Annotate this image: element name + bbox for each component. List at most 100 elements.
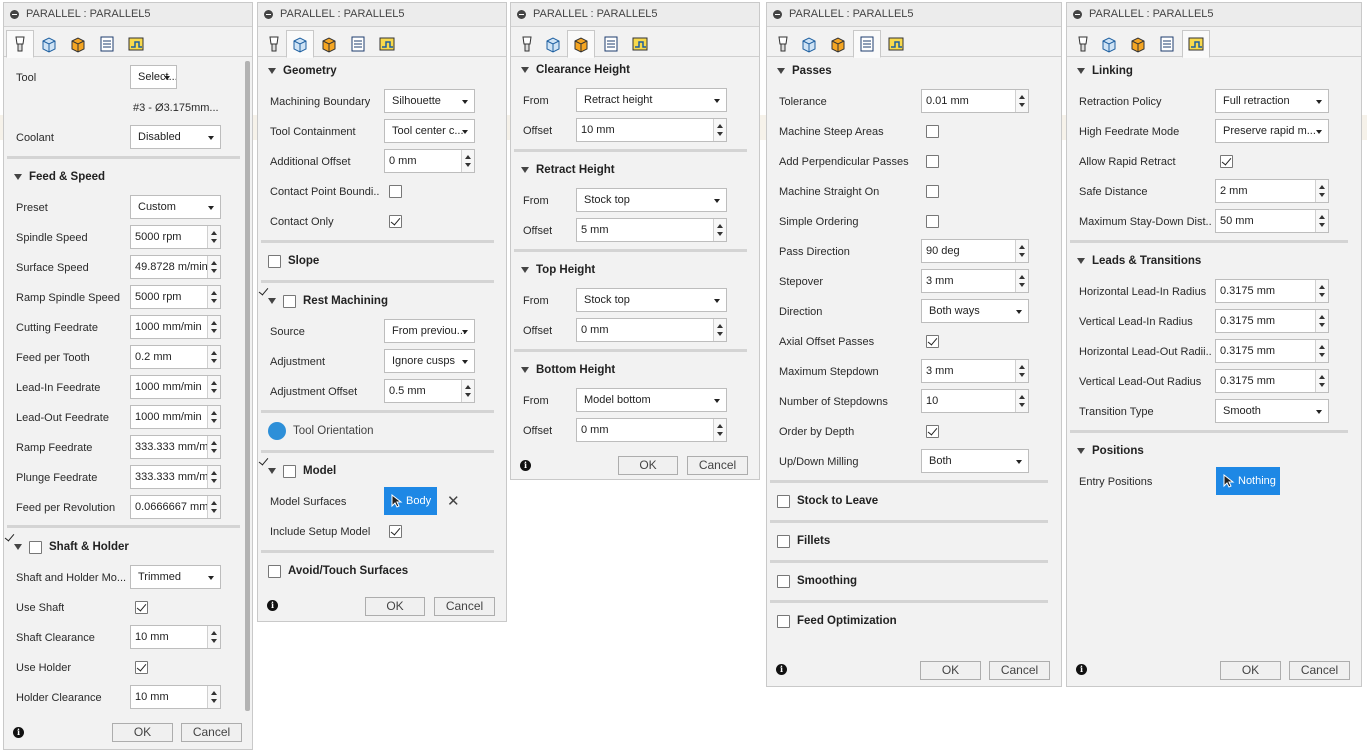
smoothing-checkbox[interactable] bbox=[777, 574, 790, 588]
tab-passes[interactable] bbox=[344, 30, 372, 57]
contact-point-boundary-checkbox[interactable] bbox=[389, 185, 402, 198]
spinner-icon[interactable] bbox=[1315, 310, 1328, 332]
tool-containment-select[interactable]: Tool center c... bbox=[384, 119, 475, 143]
feed-optimization-checkbox[interactable] bbox=[777, 614, 790, 628]
bottom-offset-input[interactable]: 0 mm bbox=[576, 418, 727, 442]
panel-titlebar[interactable]: PARALLEL : PARALLEL5 bbox=[767, 3, 1061, 27]
tab-passes[interactable] bbox=[853, 30, 881, 58]
use-shaft-checkbox[interactable] bbox=[135, 601, 148, 614]
spinner-icon[interactable] bbox=[207, 496, 220, 518]
rest-machining-section[interactable]: Rest Machining bbox=[258, 286, 506, 316]
spinner-icon[interactable] bbox=[207, 346, 220, 368]
ok-button[interactable]: OK bbox=[920, 661, 981, 680]
spinner-icon[interactable] bbox=[1315, 280, 1328, 302]
spinner-icon[interactable] bbox=[1015, 360, 1028, 382]
feed-per-revolution-input[interactable]: 0.0666667 mm bbox=[130, 495, 221, 519]
collapse-icon[interactable] bbox=[517, 10, 526, 19]
tab-heights[interactable] bbox=[64, 30, 92, 57]
stock-to-leave-checkbox[interactable] bbox=[777, 494, 790, 508]
lead-in-feedrate-input[interactable]: 1000 mm/min bbox=[130, 375, 221, 399]
info-icon[interactable]: i bbox=[267, 600, 278, 611]
spinner-icon[interactable] bbox=[461, 150, 474, 172]
cancel-button[interactable]: Cancel bbox=[989, 661, 1050, 680]
vertical-lead-in-input[interactable]: 0.3175 mm bbox=[1215, 309, 1329, 333]
spinner-icon[interactable] bbox=[1015, 240, 1028, 262]
select-tool-button[interactable]: Select... bbox=[130, 65, 177, 89]
machine-steep-areas-checkbox[interactable] bbox=[926, 125, 939, 138]
maximum-stay-down-input[interactable]: 50 mm bbox=[1215, 209, 1329, 233]
retract-offset-input[interactable]: 5 mm bbox=[576, 218, 727, 242]
tab-linking[interactable] bbox=[373, 30, 401, 57]
model-checkbox[interactable] bbox=[283, 464, 296, 478]
pass-direction-input[interactable]: 90 deg bbox=[921, 239, 1029, 263]
include-setup-model-checkbox[interactable] bbox=[389, 525, 402, 538]
tab-tool[interactable] bbox=[513, 30, 541, 57]
tab-tool[interactable] bbox=[260, 30, 288, 57]
ramp-spindle-input[interactable]: 5000 rpm bbox=[130, 285, 221, 309]
shaft-holder-checkbox[interactable] bbox=[29, 540, 42, 554]
spinner-icon[interactable] bbox=[713, 319, 726, 341]
ok-button[interactable]: OK bbox=[365, 597, 425, 616]
tab-heights[interactable] bbox=[315, 30, 343, 57]
spinner-icon[interactable] bbox=[207, 226, 220, 248]
high-feedrate-mode-select[interactable]: Preserve rapid m... bbox=[1215, 119, 1329, 143]
smoothing-section[interactable]: Smoothing bbox=[767, 566, 1061, 596]
preset-select[interactable]: Custom bbox=[130, 195, 221, 219]
spinner-icon[interactable] bbox=[207, 686, 220, 708]
tab-passes[interactable] bbox=[1153, 30, 1181, 57]
collapse-icon[interactable] bbox=[10, 10, 19, 19]
fillets-checkbox[interactable] bbox=[777, 534, 790, 548]
spinner-icon[interactable] bbox=[207, 406, 220, 428]
clear-selection-icon[interactable]: ✕ bbox=[447, 494, 460, 509]
contact-only-checkbox[interactable] bbox=[389, 215, 402, 228]
model-surfaces-button[interactable]: Body bbox=[384, 487, 437, 515]
cutting-feedrate-input[interactable]: 1000 mm/min bbox=[130, 315, 221, 339]
tab-geometry[interactable] bbox=[539, 30, 567, 57]
maximum-stepdown-input[interactable]: 3 mm bbox=[921, 359, 1029, 383]
spinner-icon[interactable] bbox=[1315, 340, 1328, 362]
spinner-icon[interactable] bbox=[461, 380, 474, 402]
linking-section[interactable]: Linking bbox=[1067, 56, 1361, 86]
surface-speed-input[interactable]: 49.8728 m/min bbox=[130, 255, 221, 279]
coolant-select[interactable]: Disabled bbox=[130, 125, 221, 149]
panel-titlebar[interactable]: PARALLEL : PARALLEL5 bbox=[511, 3, 759, 27]
positions-section[interactable]: Positions bbox=[1067, 436, 1361, 466]
ramp-feedrate-input[interactable]: 333.333 mm/mi bbox=[130, 435, 221, 459]
spinner-icon[interactable] bbox=[1015, 270, 1028, 292]
stock-to-leave-section[interactable]: Stock to Leave bbox=[767, 486, 1061, 516]
clearance-offset-input[interactable]: 10 mm bbox=[576, 118, 727, 142]
rest-machining-checkbox[interactable] bbox=[283, 294, 296, 308]
panel-titlebar[interactable]: PARALLEL : PARALLEL5 bbox=[1067, 3, 1361, 27]
info-icon[interactable]: i bbox=[1076, 664, 1087, 675]
feed-optimization-section[interactable]: Feed Optimization bbox=[767, 606, 1061, 636]
spinner-icon[interactable] bbox=[1015, 390, 1028, 412]
vertical-lead-out-input[interactable]: 0.3175 mm bbox=[1215, 369, 1329, 393]
tab-heights[interactable] bbox=[1124, 30, 1152, 57]
machine-straight-on-checkbox[interactable] bbox=[926, 185, 939, 198]
fillets-section[interactable]: Fillets bbox=[767, 526, 1061, 556]
transition-type-select[interactable]: Smooth bbox=[1215, 399, 1329, 423]
spinner-icon[interactable] bbox=[207, 626, 220, 648]
leads-transitions-section[interactable]: Leads & Transitions bbox=[1067, 246, 1361, 276]
shaft-clearance-input[interactable]: 10 mm bbox=[130, 625, 221, 649]
tab-geometry[interactable] bbox=[795, 30, 823, 57]
axial-offset-passes-checkbox[interactable] bbox=[926, 335, 939, 348]
direction-select[interactable]: Both ways bbox=[921, 299, 1029, 323]
spinner-icon[interactable] bbox=[1315, 210, 1328, 232]
machining-boundary-select[interactable]: Silhouette bbox=[384, 89, 475, 113]
spinner-icon[interactable] bbox=[713, 219, 726, 241]
spinner-icon[interactable] bbox=[1015, 90, 1028, 112]
tab-passes[interactable] bbox=[93, 30, 121, 57]
info-icon[interactable]: i bbox=[520, 460, 531, 471]
tab-tool[interactable] bbox=[6, 30, 34, 58]
model-section[interactable]: Model bbox=[258, 456, 506, 486]
adjustment-offset-input[interactable]: 0.5 mm bbox=[384, 379, 475, 403]
slope-section[interactable]: Slope bbox=[258, 246, 506, 276]
tab-passes[interactable] bbox=[597, 30, 625, 57]
spinner-icon[interactable] bbox=[207, 376, 220, 398]
spinner-icon[interactable] bbox=[207, 436, 220, 458]
cancel-button[interactable]: Cancel bbox=[687, 456, 748, 475]
top-offset-input[interactable]: 0 mm bbox=[576, 318, 727, 342]
bottom-height-section[interactable]: Bottom Height bbox=[511, 355, 759, 385]
panel-titlebar[interactable]: PARALLEL : PARALLEL5 bbox=[4, 3, 252, 27]
